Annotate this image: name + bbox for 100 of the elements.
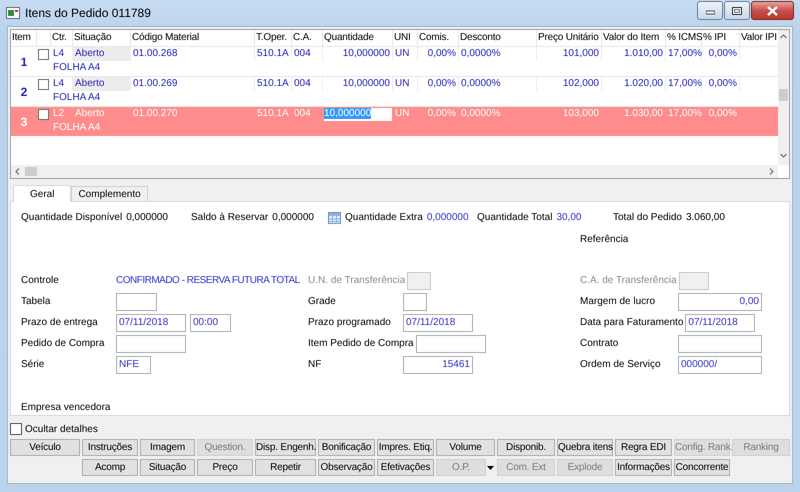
action-button[interactable]: Veículo [10, 439, 80, 456]
action-button[interactable]: Bonificação [318, 439, 375, 456]
action-button[interactable]: Quebra itens [557, 439, 613, 456]
tab[interactable]: Complemento [71, 186, 148, 201]
field-label: Referência [579, 233, 630, 247]
column-header: Valor IPI [740, 31, 778, 45]
input-field[interactable]: 07/11/2018 [116, 314, 186, 332]
input-field[interactable]: 0,00 [678, 292, 762, 310]
table-cell: 0,00% [418, 77, 459, 91]
tab[interactable]: Geral [13, 185, 72, 202]
maximize-button[interactable] [724, 1, 750, 20]
column-header: % IPI [702, 30, 740, 46]
minimize-button[interactable] [697, 1, 723, 20]
table-cell: Aberto [73, 77, 131, 91]
input-field[interactable] [403, 292, 427, 310]
input-field[interactable]: 07/11/2018 [403, 314, 473, 332]
action-button[interactable]: Efetivações [377, 459, 434, 476]
table-cell: 10,000000 [323, 47, 393, 61]
action-button[interactable]: Instruções [82, 439, 138, 456]
action-button[interactable]: Impres. Etiq. [377, 439, 434, 456]
column-header: Valor do Item [602, 30, 666, 46]
close-button[interactable] [751, 1, 794, 20]
table-cell: 0,00% [702, 77, 740, 91]
input-field[interactable] [116, 292, 157, 310]
table-cell: Aberto [73, 47, 131, 61]
action-button[interactable]: Observação [318, 459, 375, 476]
field-label: Grade [308, 296, 337, 307]
table-cell-text: 0,00% [426, 107, 457, 121]
table-cell: 102,000 [537, 77, 602, 91]
table-cell-text: 01.00.270 [132, 107, 178, 121]
field-label: Pedido de Compra [21, 338, 106, 349]
table-cell-text: 510.1A [256, 107, 290, 121]
input-field[interactable]: NFE [116, 356, 151, 374]
window-title: Itens do Pedido 011789 [25, 6, 151, 20]
field-label: Ordem de Serviço [580, 359, 662, 370]
field-label: Prazo de entrega [21, 317, 99, 328]
field-label: Empresa vencedora [21, 401, 112, 415]
column-header: Item [11, 30, 37, 46]
input-field[interactable]: 00:00 [190, 314, 231, 332]
field-label: Total do Pedido [613, 211, 682, 225]
close-icon [767, 6, 778, 16]
table-cell: 510.1A [255, 47, 292, 61]
input-field[interactable] [416, 334, 486, 352]
action-button[interactable]: Volume [436, 439, 495, 456]
field-label: C.A. de Transferência [580, 275, 678, 286]
input-field[interactable]: 15461 [403, 356, 473, 374]
action-button[interactable]: Preço [197, 459, 253, 476]
input-field[interactable]: 07/11/2018 [685, 314, 756, 332]
action-button[interactable]: Repetir [255, 459, 316, 476]
column-header: UNI [393, 30, 418, 46]
window-icon [6, 7, 20, 19]
table-cell-text: 004 [293, 107, 312, 121]
action-button[interactable]: Concorrente [674, 459, 730, 476]
table-cell: 17,00% [666, 47, 702, 61]
field-value: 3.060,00 [686, 211, 725, 225]
row-number: 1 [20, 54, 28, 70]
input-field[interactable]: 000000/ [678, 356, 762, 374]
column-header: Comis. [418, 30, 459, 46]
field-label: Contrato [580, 338, 620, 349]
column-header: Ctr. [51, 30, 73, 46]
maximize-icon [732, 6, 742, 14]
table-cell-text: UN [394, 107, 410, 121]
action-button[interactable]: Disponib. [497, 439, 555, 456]
checkbox[interactable] [38, 79, 49, 90]
column-header: Situação [73, 30, 131, 46]
field-label: U.N. de Transferência [308, 275, 406, 286]
column-header: Desconto [459, 30, 537, 46]
action-button[interactable]: Disp. Engenh. [255, 439, 316, 456]
checkbox[interactable] [38, 49, 49, 60]
field-label: Saldo à Reservar [191, 211, 268, 225]
input-field[interactable] [116, 334, 186, 352]
field-label: Quantidade Total [477, 211, 552, 225]
checkbox[interactable] [38, 109, 49, 120]
column-header: % ICMS [666, 30, 702, 46]
table-cell: 0,0000% [459, 47, 537, 61]
column-header: C.A. [292, 30, 323, 46]
table-cell-text: 103,000 [562, 107, 600, 121]
table-cell: 0,00% [418, 47, 459, 61]
table-cell: 004 [292, 47, 323, 61]
field-label: Controle [21, 275, 60, 286]
table-cell: 101,000 [537, 47, 602, 61]
action-button[interactable]: Regra EDI [615, 439, 672, 456]
input-field[interactable] [678, 334, 762, 352]
field-value: 0,000000 [272, 211, 314, 225]
field-label: Item Pedido de Compra [308, 338, 415, 349]
table-cell: UN [393, 77, 418, 91]
checkbox-label: Ocultar detalhes [25, 424, 98, 434]
table-cell: 1.020,00 [602, 77, 666, 91]
table-cell: 0,0000% [459, 77, 537, 91]
field-label: Tabela [21, 296, 52, 307]
field-label: Data para Faturamento [580, 317, 684, 328]
field-label: NF [308, 359, 322, 370]
table-row[interactable]: 1 L4 Aberto 01.00.268 510.1A 004 10,000000 UN 0,00% 0,0000% 101,000 1.010,00 17,00% 0,00% FOLHA A4 [11, 46, 778, 76]
action-button[interactable]: Imagem [140, 439, 195, 456]
checkbox[interactable] [10, 423, 22, 435]
action-button[interactable]: Acomp [82, 459, 138, 476]
action-button[interactable]: Informações [615, 459, 672, 476]
action-button[interactable]: Situação [140, 459, 195, 476]
field-value: CONFIRMADO - RESERVA FUTURA TOTAL [116, 275, 300, 286]
field-value: 0,000000 [426, 211, 469, 225]
